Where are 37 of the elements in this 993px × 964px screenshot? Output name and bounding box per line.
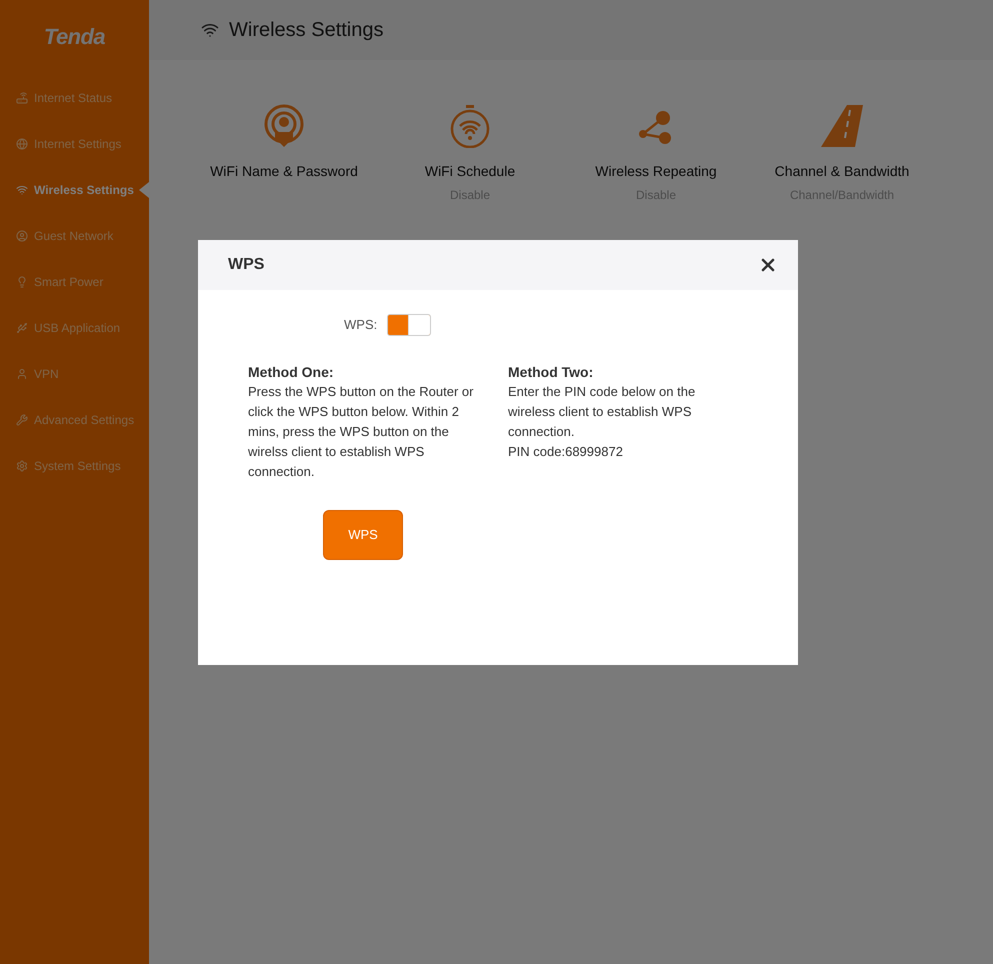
- usb-icon: [16, 322, 28, 334]
- method-text: Enter the PIN code below on the wireless client to establish WPS connection.: [508, 383, 696, 441]
- stopwatch-wifi-icon: [449, 104, 491, 148]
- tile-label[interactable]: WiFi Name & Password: [210, 161, 358, 182]
- method-text: PIN code:68999872: [508, 443, 624, 461]
- page-title: Wireless Settings: [229, 18, 384, 43]
- method-title: Method Two:: [508, 363, 594, 382]
- sidebar-item[interactable]: Internet Settings: [0, 121, 149, 167]
- sidebar-item[interactable]: System Settings: [0, 443, 149, 489]
- sidebar-item[interactable]: Guest Network: [0, 213, 149, 259]
- person-icon: [16, 368, 28, 380]
- sidebar-item[interactable]: Smart Power: [0, 259, 149, 305]
- logo: Tenda: [42, 23, 106, 51]
- road-icon: [821, 104, 863, 148]
- tile-label[interactable]: Channel & Bandwidth: [774, 161, 910, 182]
- selection-pointer: [139, 182, 149, 198]
- sidebar-item[interactable]: Internet Status: [0, 75, 149, 121]
- wps-toggle[interactable]: [387, 314, 432, 336]
- wps-button[interactable]: WPS: [323, 510, 403, 560]
- wrench-icon: [16, 414, 28, 426]
- sidebar-item[interactable]: USB Application: [0, 305, 149, 351]
- globe-icon: [16, 138, 28, 150]
- method-text: Press the WPS button on the Router or click the WPS button below. Within 2 mins, press the WPS button on the wirelss client to establish WPS connection.: [248, 383, 474, 481]
- method-title: Method One:: [248, 363, 335, 382]
- user-pin-icon: [263, 104, 305, 148]
- dialog-title: WPS: [228, 255, 264, 275]
- sidebar-item[interactable]: Wireless Settings: [0, 167, 149, 213]
- lightbulb-icon: [16, 276, 28, 288]
- user-circle-icon: [16, 230, 28, 242]
- toggle-label: WPS:: [344, 316, 378, 334]
- sidebar-item[interactable]: Advanced Settings: [0, 397, 149, 443]
- tile-label[interactable]: WiFi Schedule: [424, 161, 516, 182]
- router-icon: [16, 92, 28, 104]
- tile-label[interactable]: Wireless Repeating: [595, 161, 717, 182]
- sidebar-item[interactable]: VPN: [0, 351, 149, 397]
- wifi-icon: [201, 21, 219, 39]
- settings-icon: [16, 460, 28, 472]
